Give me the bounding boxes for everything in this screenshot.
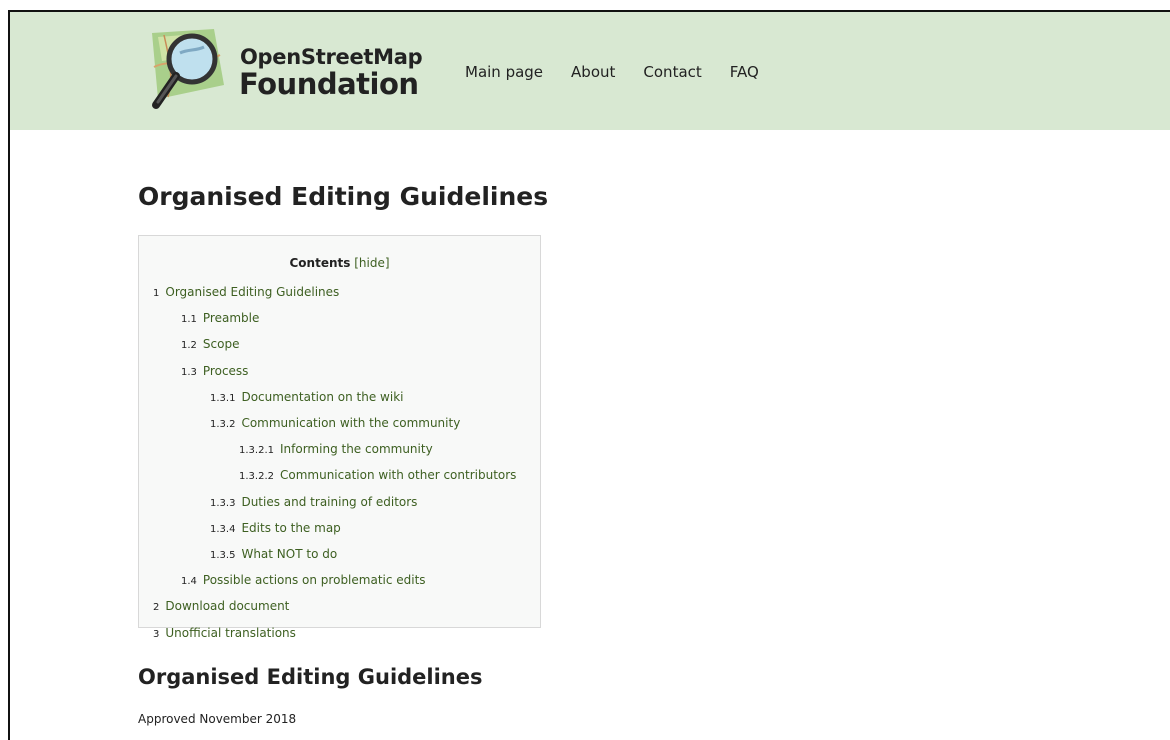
toc-item-number: 3: [153, 628, 160, 640]
toc-list: 1 Organised Editing Guidelines 1.1 Preamble…: [139, 280, 516, 647]
toc-item-number: 1.3.4: [210, 523, 236, 535]
toc-item-link[interactable]: Preamble: [203, 311, 259, 325]
toc-item[interactable]: 1.3.2.1 Informing the community: [139, 437, 516, 463]
toc-title: Contents: [289, 256, 351, 270]
section-heading: Organised Editing Guidelines: [138, 665, 483, 689]
toc-item-link[interactable]: Unofficial translations: [165, 626, 296, 640]
toc-item[interactable]: 1.3.2 Communication with the community: [139, 411, 516, 437]
toc-item-link[interactable]: Edits to the map: [241, 521, 340, 535]
table-of-contents: Contents [hide] 1 Organised Editing Guide…: [138, 235, 541, 640]
toc-header: Contents [hide]: [139, 256, 540, 270]
toc-item-link[interactable]: Communication with other contributors: [280, 468, 516, 482]
toc-item-link[interactable]: Download document: [165, 599, 289, 613]
toc-item-number: 1.3.5: [210, 550, 236, 562]
toc-item[interactable]: 1.3.5 What NOT to do: [139, 542, 516, 568]
toc-item[interactable]: 1 Organised Editing Guidelines: [139, 280, 516, 306]
toc-item-number: 2: [153, 602, 160, 614]
toc-item[interactable]: 1.3 Process: [139, 359, 516, 385]
nav-main-page[interactable]: Main page: [465, 63, 543, 81]
toc-item[interactable]: 1.3.2.2 Communication with other contribu…: [139, 463, 516, 489]
toc-item-number: 1.3: [181, 366, 197, 378]
toc-item-link[interactable]: Scope: [203, 337, 240, 351]
toc-item-number: 1.3.2.2: [239, 471, 274, 483]
toc-item-number: 1.3.2.1: [239, 445, 274, 457]
toc-hide-toggle[interactable]: [hide]: [354, 256, 389, 270]
toc-item-number: 1.4: [181, 576, 197, 588]
main-content: Organised Editing Guidelines Contents [h…: [138, 182, 549, 726]
browser-frame: OpenStreetMap Foundation Main page About…: [8, 10, 1170, 740]
toc-item[interactable]: 1.3.4 Edits to the map: [139, 516, 516, 542]
toc-item[interactable]: 1.3.1 Documentation on the wiki: [139, 385, 516, 411]
toc-item-link[interactable]: Organised Editing Guidelines: [165, 285, 339, 299]
toc-item-link[interactable]: Possible actions on problematic edits: [203, 573, 426, 587]
logo-title-line1: OpenStreetMap: [240, 45, 423, 69]
toc-item-number: 1.3.1: [210, 392, 236, 404]
toc-item-number: 1.2: [181, 340, 197, 352]
toc-item-number: 1: [153, 288, 160, 299]
main-nav: Main page About Contact FAQ: [465, 63, 787, 81]
site-logo[interactable]: OpenStreetMap Foundation: [144, 27, 424, 117]
toc-item[interactable]: 1.2 Scope: [139, 332, 516, 358]
toc-item-link[interactable]: Documentation on the wiki: [241, 390, 403, 404]
toc-item[interactable]: 2 Download document: [139, 594, 516, 620]
toc-item[interactable]: 3 Unofficial translations: [139, 621, 516, 647]
toc-item-link[interactable]: Duties and training of editors: [241, 495, 417, 509]
toc-item-number: 1.3.2: [210, 419, 236, 431]
logo-title-line2: Foundation: [239, 67, 419, 101]
toc-item-link[interactable]: Informing the community: [280, 442, 433, 456]
nav-faq[interactable]: FAQ: [730, 63, 759, 81]
nav-about[interactable]: About: [571, 63, 615, 81]
osm-magnifier-logo-icon: [152, 29, 224, 109]
toc-item[interactable]: 1.3.3 Duties and training of editors: [139, 490, 516, 516]
site-header: OpenStreetMap Foundation Main page About…: [10, 12, 1170, 130]
toc-item-number: 1.3.3: [210, 497, 236, 509]
page-title: Organised Editing Guidelines: [138, 182, 549, 211]
toc-item-link[interactable]: What NOT to do: [241, 547, 337, 561]
toc-item[interactable]: 1.4 Possible actions on problematic edits: [139, 568, 516, 594]
toc-item-link[interactable]: Process: [203, 364, 249, 378]
approved-date-text: Approved November 2018: [138, 712, 297, 726]
toc-item[interactable]: 1.1 Preamble: [139, 306, 516, 332]
nav-contact[interactable]: Contact: [643, 63, 701, 81]
toc-item-number: 1.1: [181, 314, 197, 326]
toc-item-link[interactable]: Communication with the community: [241, 416, 460, 430]
